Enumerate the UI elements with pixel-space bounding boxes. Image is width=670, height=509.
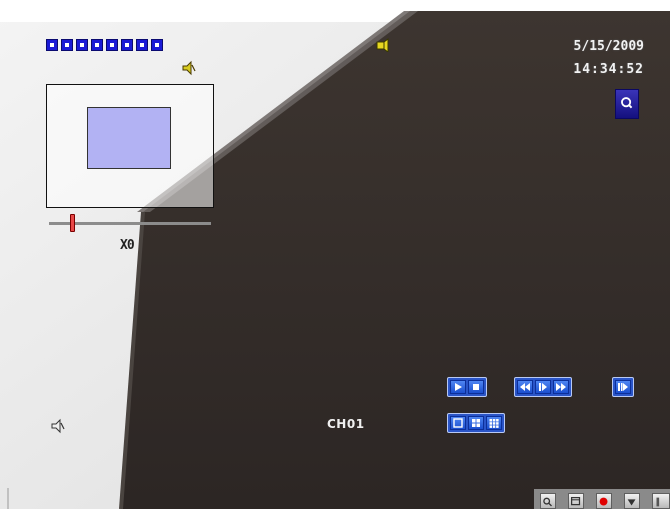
channel-indicator-strip <box>46 39 163 51</box>
speaker-icon <box>50 418 66 434</box>
rewind-button[interactable] <box>517 380 533 394</box>
slow-play-icon <box>618 383 628 391</box>
stop-icon <box>473 384 479 390</box>
search-button[interactable] <box>615 89 639 119</box>
rewind-icon <box>520 383 530 391</box>
tray-menu-button[interactable] <box>624 493 640 509</box>
play-icon <box>455 383 462 391</box>
grid-view-button[interactable] <box>486 416 502 430</box>
single-view-button[interactable] <box>450 416 466 430</box>
playback-group-play-stop <box>447 377 487 397</box>
stop-button[interactable] <box>468 380 484 394</box>
zoom-slider[interactable] <box>49 214 211 232</box>
channel-indicator-1[interactable] <box>46 39 58 51</box>
zoom-overview-box[interactable] <box>46 84 214 208</box>
camera-feed <box>0 0 670 509</box>
slow-play-button[interactable] <box>615 380 631 394</box>
grid-view-icon <box>489 419 499 428</box>
record-icon <box>599 497 608 506</box>
channel-indicator-5[interactable] <box>106 39 118 51</box>
layout-controls <box>447 413 505 433</box>
menu-icon <box>627 499 636 506</box>
channel-indicator-3[interactable] <box>76 39 88 51</box>
channel-indicator-4[interactable] <box>91 39 103 51</box>
tray-window-button[interactable] <box>568 493 584 509</box>
channel-indicator-2[interactable] <box>61 39 73 51</box>
search-icon <box>543 497 552 507</box>
alarm-icon <box>376 37 390 53</box>
date-display: 5/15/2009 <box>573 39 644 54</box>
step-forward-button[interactable] <box>535 380 551 394</box>
zoom-level-label: X0 <box>120 238 135 253</box>
zoom-slider-handle[interactable] <box>69 214 75 232</box>
channel-indicator-7[interactable] <box>136 39 148 51</box>
single-view-icon <box>453 418 463 428</box>
fast-forward-icon <box>556 383 566 391</box>
playback-group-seek <box>514 377 572 397</box>
speaker-icon <box>181 60 197 76</box>
fast-forward-button[interactable] <box>553 380 569 394</box>
step-forward-icon <box>539 383 547 391</box>
channel-indicator-6[interactable] <box>121 39 133 51</box>
system-tray <box>534 489 670 509</box>
time-display: 14:34:52 <box>573 62 644 77</box>
dvr-screen: X0 5/15/2009 14:34:52 CH01 <box>0 0 670 509</box>
playback-group-slow <box>612 377 634 397</box>
more-icon <box>656 497 660 507</box>
tray-more-button[interactable] <box>652 493 670 509</box>
window-icon <box>571 497 581 506</box>
channel-label: CH01 <box>327 417 365 431</box>
search-icon <box>621 97 633 109</box>
quad-view-icon <box>472 419 480 427</box>
channel-indicator-8[interactable] <box>151 39 163 51</box>
quad-view-button[interactable] <box>468 416 484 430</box>
zoom-region[interactable] <box>87 107 171 169</box>
play-button[interactable] <box>450 380 466 394</box>
tray-search-button[interactable] <box>540 493 556 509</box>
tray-record-button[interactable] <box>596 493 612 509</box>
